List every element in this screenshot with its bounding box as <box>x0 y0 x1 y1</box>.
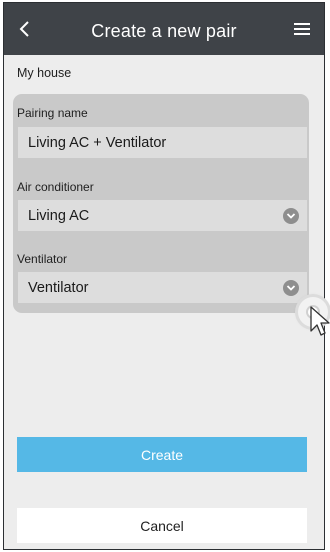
chevron-down-icon <box>283 279 299 296</box>
pairing-name-label: Pairing name <box>17 106 88 120</box>
cancel-button[interactable]: Cancel <box>17 508 307 543</box>
chevron-left-icon <box>19 21 29 37</box>
air-conditioner-select[interactable]: Living AC <box>18 200 307 231</box>
top-bar: Create a new pair <box>4 3 324 55</box>
page-title: Create a new pair <box>91 21 237 41</box>
hamburger-menu-icon <box>294 23 310 35</box>
air-conditioner-value: Living AC <box>28 207 90 224</box>
menu-button[interactable] <box>290 17 314 41</box>
create-button[interactable]: Create <box>17 437 307 472</box>
house-label: My house <box>17 66 72 80</box>
ventilator-label: Ventilator <box>17 252 68 266</box>
air-conditioner-label: Air conditioner <box>17 180 94 194</box>
pair-form-card: Pairing name Living AC + Ventilator Air … <box>13 94 309 313</box>
app-screen: Create a new pair My house Pairing name … <box>3 2 325 550</box>
ventilator-value: Ventilator <box>28 279 89 296</box>
pairing-name-value: Living AC + Ventilator <box>28 134 167 151</box>
pointer-cursor-icon <box>310 306 330 336</box>
pairing-name-field[interactable]: Living AC + Ventilator <box>18 127 307 158</box>
ventilator-select[interactable]: Ventilator <box>18 272 307 303</box>
back-button[interactable] <box>10 15 38 43</box>
chevron-down-icon <box>283 207 299 224</box>
